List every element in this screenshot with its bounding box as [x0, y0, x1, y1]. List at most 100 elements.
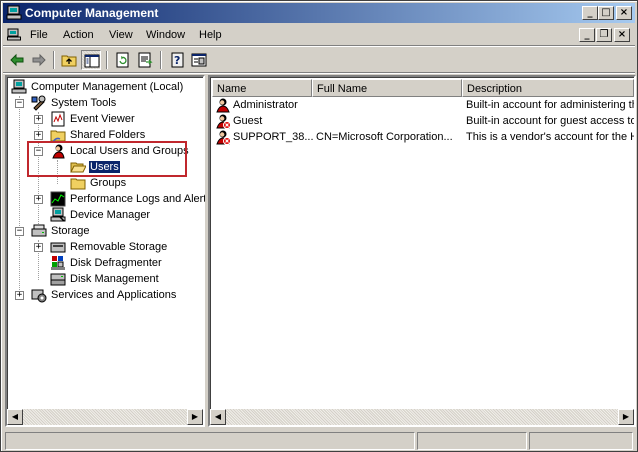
- title-bar[interactable]: Computer Management _ □ ×: [3, 3, 635, 23]
- column-header-full-name[interactable]: Full Name: [312, 79, 462, 97]
- refresh-icon: [116, 52, 129, 68]
- computer-management-icon: [11, 79, 27, 94]
- tree-label: Disk Defragmenter: [70, 257, 162, 269]
- details-list-pane[interactable]: Name Full Name Description Administrator…: [208, 75, 636, 427]
- menu-separator: [3, 45, 635, 47]
- scroll-right-button[interactable]: ▶: [187, 409, 203, 425]
- back-button[interactable]: [7, 50, 27, 70]
- tree-item-root[interactable]: Computer Management (Local): [9, 79, 205, 95]
- event-viewer-icon: [51, 111, 65, 127]
- storage-icon: [31, 224, 47, 237]
- tree-label: Disk Management: [70, 273, 159, 285]
- menu-bar: File Action View Window Help: [3, 25, 635, 45]
- tree-item-storage[interactable]: − Storage: [9, 223, 205, 239]
- toolbar: ?: [3, 48, 635, 72]
- tree-label: Device Manager: [70, 209, 151, 221]
- collapse-toggle[interactable]: −: [15, 227, 24, 236]
- disk-defragmenter-icon: [51, 256, 65, 270]
- performance-logs-icon: [50, 191, 66, 207]
- expand-toggle[interactable]: +: [34, 131, 43, 140]
- tree-item-system-tools[interactable]: − System Tools: [9, 95, 205, 111]
- tree-label: Event Viewer: [70, 113, 135, 125]
- mdi-child-icon[interactable]: [7, 28, 22, 41]
- column-header-description[interactable]: Description: [462, 79, 634, 97]
- device-manager-icon: [50, 207, 66, 222]
- mdi-minimize-button[interactable]: _: [579, 28, 595, 42]
- expand-toggle[interactable]: +: [34, 115, 43, 124]
- scroll-left-button[interactable]: ◀: [210, 409, 226, 425]
- console-tree-pane[interactable]: Computer Management (Local) − System Too…: [5, 75, 205, 427]
- tree-item-event-viewer[interactable]: + Event Viewer: [9, 111, 205, 127]
- tree-item-performance-logs[interactable]: + Performance Logs and Alerts: [9, 191, 205, 207]
- properties-button[interactable]: [189, 50, 209, 70]
- back-arrow-icon: [10, 53, 24, 67]
- tree-label: Groups: [90, 177, 127, 189]
- forward-arrow-icon: [32, 53, 46, 67]
- expand-toggle[interactable]: +: [15, 291, 24, 300]
- up-folder-icon: [61, 55, 77, 67]
- tree-label: Removable Storage: [70, 241, 168, 253]
- tree-label: Storage: [51, 225, 90, 237]
- disabled-user-icon: [216, 114, 231, 129]
- list-item[interactable]: SUPPORT_38... CN=Microsoft Corporation..…: [212, 129, 634, 145]
- mdi-close-button[interactable]: ×: [614, 28, 630, 42]
- svg-text:?: ?: [174, 54, 180, 67]
- status-bar: [3, 431, 635, 451]
- services-applications-icon: [31, 289, 47, 303]
- scroll-left-button[interactable]: ◀: [7, 409, 23, 425]
- tree-item-disk-management[interactable]: Disk Management: [9, 271, 205, 287]
- computer-management-window: Computer Management _ □ × File Action Vi…: [0, 0, 638, 452]
- folder-icon: [70, 178, 86, 190]
- up-one-level-button[interactable]: [59, 50, 79, 70]
- tree-item-removable-storage[interactable]: + Removable Storage: [9, 239, 205, 255]
- column-header-name[interactable]: Name: [212, 79, 312, 97]
- refresh-button[interactable]: [113, 50, 133, 70]
- help-button[interactable]: ?: [167, 50, 187, 70]
- list-item[interactable]: Administrator Built-in account for admin…: [212, 97, 634, 113]
- export-list-icon: [138, 52, 153, 68]
- user-name: SUPPORT_38...: [233, 131, 313, 143]
- collapse-toggle[interactable]: −: [15, 99, 24, 108]
- tree-label: Computer Management (Local): [31, 81, 184, 93]
- close-button[interactable]: ×: [616, 6, 632, 20]
- tree-item-services-applications[interactable]: + Services and Applications: [9, 287, 205, 303]
- mdi-restore-button[interactable]: ❐: [596, 28, 612, 42]
- computer-management-app-icon: [6, 5, 22, 20]
- user-icon: [216, 98, 230, 113]
- tree-item-disk-defragmenter[interactable]: Disk Defragmenter: [9, 255, 205, 271]
- expand-toggle[interactable]: +: [34, 195, 43, 204]
- menu-action[interactable]: Action: [63, 29, 94, 41]
- scroll-right-button[interactable]: ▶: [618, 409, 634, 425]
- forward-button[interactable]: [29, 50, 49, 70]
- maximize-button[interactable]: □: [598, 6, 614, 20]
- highlight-box: [27, 141, 187, 177]
- status-panel: [417, 432, 527, 450]
- user-name: Administrator: [233, 99, 298, 111]
- menu-window[interactable]: Window: [146, 29, 185, 41]
- menu-file[interactable]: File: [30, 29, 48, 41]
- tree-label: System Tools: [51, 97, 117, 109]
- window-title: Computer Management: [25, 6, 159, 20]
- disk-management-icon: [50, 273, 66, 286]
- tree-label: Performance Logs and Alerts: [70, 193, 205, 205]
- user-description: This is a vendor's account for the H: [466, 131, 634, 143]
- list-horizontal-scrollbar[interactable]: ◀ ▶: [210, 409, 634, 425]
- status-panel-main: [5, 432, 415, 450]
- menu-view[interactable]: View: [109, 29, 133, 41]
- tree-item-groups[interactable]: Groups: [9, 175, 205, 191]
- tree-horizontal-scrollbar[interactable]: ◀ ▶: [7, 409, 203, 425]
- expand-toggle[interactable]: +: [34, 243, 43, 252]
- tree-label: Shared Folders: [70, 129, 146, 141]
- user-description: Built-in account for guest access to: [466, 115, 634, 127]
- export-list-button[interactable]: [135, 50, 155, 70]
- minimize-button[interactable]: _: [582, 6, 598, 20]
- user-description: Built-in account for administering th: [466, 99, 634, 111]
- system-tools-icon: [31, 95, 46, 111]
- list-item[interactable]: Guest Built-in account for guest access …: [212, 113, 634, 129]
- show-hide-console-tree-button[interactable]: [81, 50, 101, 70]
- tree-item-device-manager[interactable]: Device Manager: [9, 207, 205, 223]
- menu-help[interactable]: Help: [199, 29, 222, 41]
- toolbar-separator: [106, 51, 108, 69]
- disabled-user-icon: [216, 130, 231, 145]
- user-full-name: CN=Microsoft Corporation...: [316, 131, 453, 143]
